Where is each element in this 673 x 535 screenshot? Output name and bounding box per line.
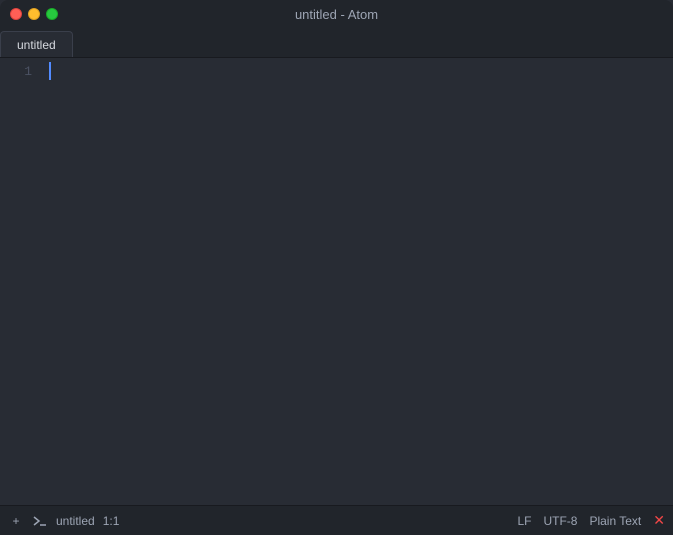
status-line-ending[interactable]: LF xyxy=(517,514,531,528)
status-encoding[interactable]: UTF-8 xyxy=(543,514,577,528)
text-cursor xyxy=(49,62,51,80)
maximize-button[interactable] xyxy=(46,8,58,20)
line-gutter: 1 xyxy=(0,58,40,505)
editor-area[interactable]: 1 xyxy=(0,58,673,505)
tab-untitled[interactable]: untitled xyxy=(0,31,73,57)
status-bar-left: + untitled 1:1 xyxy=(8,513,119,529)
editor-content[interactable] xyxy=(40,58,673,505)
tab-bar: untitled xyxy=(0,28,673,58)
window-title: untitled - Atom xyxy=(295,7,378,22)
status-filename: untitled xyxy=(56,514,95,528)
status-bar-right: LF UTF-8 Plain Text ✕ xyxy=(517,512,665,529)
status-grammar[interactable]: Plain Text xyxy=(589,514,641,528)
terminal-button[interactable] xyxy=(32,513,48,529)
editor-line-1 xyxy=(48,62,673,84)
line-number: 1 xyxy=(0,62,32,83)
status-bar: + untitled 1:1 LF UTF-8 Plain Text ✕ xyxy=(0,505,673,535)
close-button[interactable] xyxy=(10,8,22,20)
traffic-lights xyxy=(10,8,58,20)
status-position: 1:1 xyxy=(103,514,120,528)
add-panel-button[interactable]: + xyxy=(8,513,24,529)
minimize-button[interactable] xyxy=(28,8,40,20)
terminal-icon xyxy=(32,513,48,529)
error-icon[interactable]: ✕ xyxy=(653,512,665,529)
title-bar: untitled - Atom xyxy=(0,0,673,28)
tab-label: untitled xyxy=(17,38,56,52)
add-icon: + xyxy=(8,513,24,529)
